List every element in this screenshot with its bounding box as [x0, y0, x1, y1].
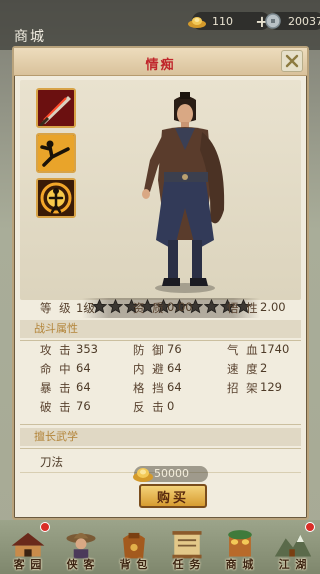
stat-label: 反 击 [133, 400, 166, 414]
buy-button[interactable]: 购买 [139, 484, 207, 508]
stat-label: 攻 击 [40, 343, 73, 357]
nav-item-label: 商 城 [225, 558, 255, 571]
divider [20, 448, 301, 449]
kick-skill-icon [38, 135, 74, 171]
gold-ingot-icon [186, 10, 208, 32]
basic-stats-row: 等 级 1级 资 质 0.00 悟 性 2.00 [20, 300, 301, 318]
combat-section-title: 战斗属性 [20, 320, 301, 338]
price-value: 50000 [154, 467, 189, 480]
nav-item-shop[interactable]: 商 城 [214, 522, 266, 574]
top-bar: 商城 110 + 20037 [0, 0, 320, 50]
stat-value: 2 [260, 361, 268, 375]
nav-item-label: 任 务 [172, 558, 202, 571]
level-value: 1级 [76, 301, 95, 315]
stat-value: 76 [76, 399, 91, 413]
stat-value: 1740 [260, 342, 290, 356]
character-name: 情痴 [145, 58, 176, 73]
notification-badge [305, 522, 315, 532]
skill-slot-2[interactable] [36, 133, 76, 173]
nav-item-label: 江 湖 [278, 558, 308, 571]
nav-item-label: 侠 客 [66, 558, 96, 571]
aura-skill-icon [38, 180, 74, 216]
stat-value: 64 [76, 361, 91, 375]
blade-skill-icon [38, 90, 74, 126]
skill-slot-3[interactable] [36, 178, 76, 218]
stat-label: 暴 击 [40, 381, 73, 395]
stat-label: 格 挡 [133, 381, 166, 395]
silver-currency: 20037 [265, 12, 320, 30]
combat-stats-row: 暴 击 64 格 挡 64 招 架 129 [20, 380, 301, 398]
combat-stats-row: 攻 击 353 防 御 76 气 血 1740 [20, 342, 301, 360]
close-button[interactable] [281, 50, 303, 72]
divider [20, 340, 301, 341]
nav-item-label: 客 园 [13, 558, 43, 571]
divider [20, 424, 301, 425]
stat-label: 破 击 [40, 400, 73, 414]
skill-slot-1[interactable] [36, 88, 76, 128]
aptitude-label: 资 质 [133, 301, 166, 315]
stat-label: 防 御 [133, 343, 166, 357]
stat-value: 64 [76, 380, 91, 394]
stat-label: 招 架 [227, 381, 260, 395]
silver-coin-icon [262, 10, 284, 32]
price-tag: 50000 [132, 463, 208, 485]
notification-badge [40, 522, 50, 532]
stat-value: 64 [167, 380, 182, 394]
martial-value: 刀法 [40, 455, 63, 469]
aptitude-value: 0.00 [167, 300, 193, 314]
stat-value: 353 [76, 342, 98, 356]
dialog-header: 情痴 [14, 48, 307, 76]
level-label: 等 级 [40, 301, 73, 315]
stat-value: 129 [260, 380, 282, 394]
page-title: 商城 [14, 29, 46, 45]
combat-stats-row: 命 中 64 内 避 64 速 度2 [20, 361, 301, 379]
stat-label: 气 血 [227, 343, 260, 357]
character-portrait [142, 92, 225, 293]
character-display [20, 80, 301, 318]
nav-item-world[interactable]: 江 湖 [267, 522, 319, 574]
stat-value: 76 [167, 342, 182, 356]
nav-item-quest-scroll[interactable]: 任 务 [161, 522, 213, 574]
combat-stats-row: 破 击 76 反 击0 [20, 399, 301, 417]
nav-item-hero[interactable]: 侠 客 [55, 522, 107, 574]
gold-amount: 110 [212, 14, 233, 28]
stat-value: 64 [167, 361, 182, 375]
character-stats: 等 级 1级 资 质 0.00 悟 性 2.00 战斗属性 攻 击 353 防 御7… [20, 294, 301, 473]
stat-label: 命 中 [40, 362, 73, 376]
wisdom-label: 悟 性 [227, 301, 260, 315]
stat-label: 内 避 [133, 362, 166, 376]
nav-item-courtyard[interactable]: 客 园 [2, 522, 54, 574]
gold-ingot-icon [132, 463, 154, 485]
wisdom-value: 2.00 [260, 300, 286, 314]
close-icon [285, 54, 299, 68]
gold-currency: 110 + [188, 12, 270, 31]
stat-value: 0 [167, 399, 175, 413]
nav-item-bag[interactable]: 背 包 [108, 522, 160, 574]
stat-label: 速 度 [227, 362, 260, 376]
martial-section-title: 擅长武学 [20, 428, 301, 446]
silver-amount: 20037 [288, 14, 320, 28]
bottom-nav: 客 园侠 客背 包任 务商 城江 湖 [0, 520, 320, 574]
character-detail-dialog: 情痴 等 级 1级 资 质 0.00 悟 性 2.00 战斗属性 攻 击 353… [12, 46, 309, 520]
nav-item-label: 背 包 [119, 558, 149, 571]
